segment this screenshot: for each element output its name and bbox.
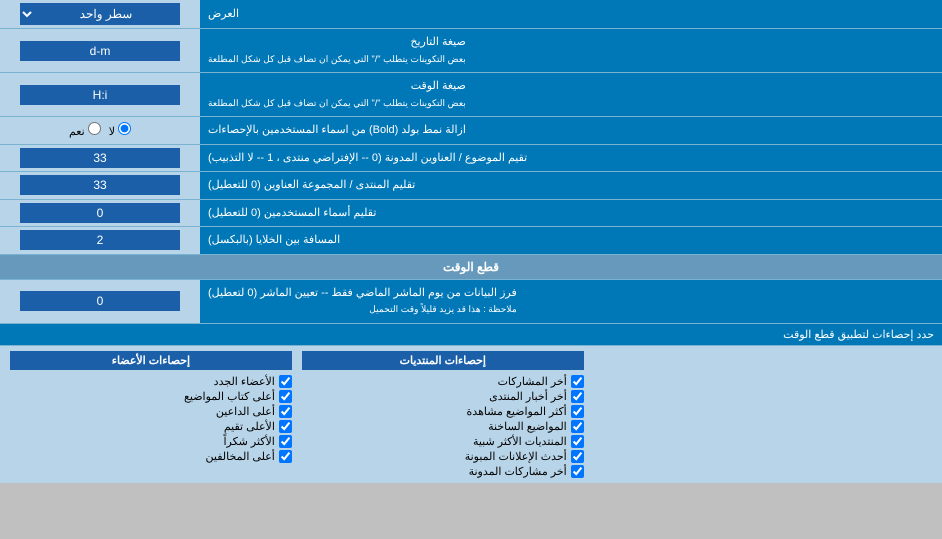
checkbox-section: إحصاءات المنتديات أخر المشاركات أخر أخبا… [0,346,942,483]
forum-order-input[interactable]: 33 [20,175,180,195]
checkbox-announcements[interactable] [571,450,584,463]
list-item: أعلى الداعين [10,405,292,418]
checkbox-top-topic-writers[interactable] [279,390,292,403]
checkbox-most-thanked[interactable] [279,435,292,448]
topic-order-input-cell: 33 [0,145,200,172]
checkbox-col-members: إحصاءات الأعضاء الأعضاء الجدد أعلى كتاب … [5,351,297,478]
list-item: أعلى المخالفين [10,450,292,463]
forum-order-input-cell: 33 [0,172,200,199]
date-format-input-cell: d-m [0,29,200,72]
list-item: المنتديات الأكثر شبية [302,435,584,448]
limit-label: حدد إحصاءات لتطبيق قطع الوقت [0,324,942,346]
header-label: العرض [200,0,942,28]
radio-yes[interactable] [88,122,101,135]
list-item: أخر أخبار المنتدى [302,390,584,403]
bold-remove-radio-cell: لا نعم [0,117,200,144]
topic-order-label: تقيم الموضوع / العناوين المدونة (0 -- ال… [200,145,942,172]
col-forums-header: إحصاءات المنتديات [302,351,584,370]
list-item: أكثر المواضيع مشاهدة [302,405,584,418]
radio-no[interactable] [118,122,131,135]
checkbox-akhir-mosharkaat[interactable] [571,375,584,388]
date-format-input[interactable]: d-m [20,41,180,61]
checkbox-most-viewed[interactable] [571,405,584,418]
time-cutoff-label: فرز البيانات من يوم الماشر الماضي فقط --… [200,280,942,323]
time-cutoff-input-cell: 0 [0,280,200,323]
list-item: المواضيع الساخنة [302,420,584,433]
list-item: الأكثر شكراً [10,435,292,448]
list-item: أحدث الإعلانات المبونة [302,450,584,463]
checkbox-hot-topics[interactable] [571,420,584,433]
checkbox-blog-posts[interactable] [571,465,584,478]
user-names-label: تقليم أسماء المستخدمين (0 للتعطيل) [200,200,942,227]
header-dropdown-cell: سطر واحد [0,0,200,28]
checkbox-top-violators[interactable] [279,450,292,463]
time-format-input[interactable]: H:i [20,85,180,105]
list-item: الأعلى تقيم [10,420,292,433]
view-select[interactable]: سطر واحد [20,3,180,25]
checkbox-akhbar-montada[interactable] [571,390,584,403]
date-format-label: صيغة التاريخبعض التكوينات يتطلب "/" التي… [200,29,942,72]
bold-remove-label: ازالة نمط بولد (Bold) من اسماء المستخدمي… [200,117,942,144]
list-item: أخر مشاركات المدونة [302,465,584,478]
user-names-input[interactable]: 0 [20,203,180,223]
checkbox-top-inviters[interactable] [279,405,292,418]
time-format-label: صيغة الوقتبعض التكوينات يتطلب "/" التي ي… [200,73,942,116]
checkbox-col-forums: إحصاءات المنتديات أخر المشاركات أخر أخبا… [297,351,589,478]
checkbox-most-similar-forums[interactable] [571,435,584,448]
time-section-header: قطع الوقت [0,255,942,280]
forum-order-label: تقليم المنتدى / المجموعة العناوين (0 للت… [200,172,942,199]
col-members-header: إحصاءات الأعضاء [10,351,292,370]
time-format-input-cell: H:i [0,73,200,116]
cell-spacing-label: المسافة بين الخلايا (بالبكسل) [200,227,942,254]
time-cutoff-input[interactable]: 0 [20,291,180,311]
list-item: الأعضاء الجدد [10,375,292,388]
radio-yes-label: نعم [69,122,101,138]
list-item: أعلى كتاب المواضيع [10,390,292,403]
topic-order-input[interactable]: 33 [20,148,180,168]
user-names-input-cell: 0 [0,200,200,227]
checkbox-top-rated[interactable] [279,420,292,433]
radio-no-label: لا [109,122,131,138]
cell-spacing-input[interactable]: 2 [20,230,180,250]
checkbox-col-empty [589,351,937,478]
checkbox-new-members[interactable] [279,375,292,388]
list-item: أخر المشاركات [302,375,584,388]
cell-spacing-input-cell: 2 [0,227,200,254]
